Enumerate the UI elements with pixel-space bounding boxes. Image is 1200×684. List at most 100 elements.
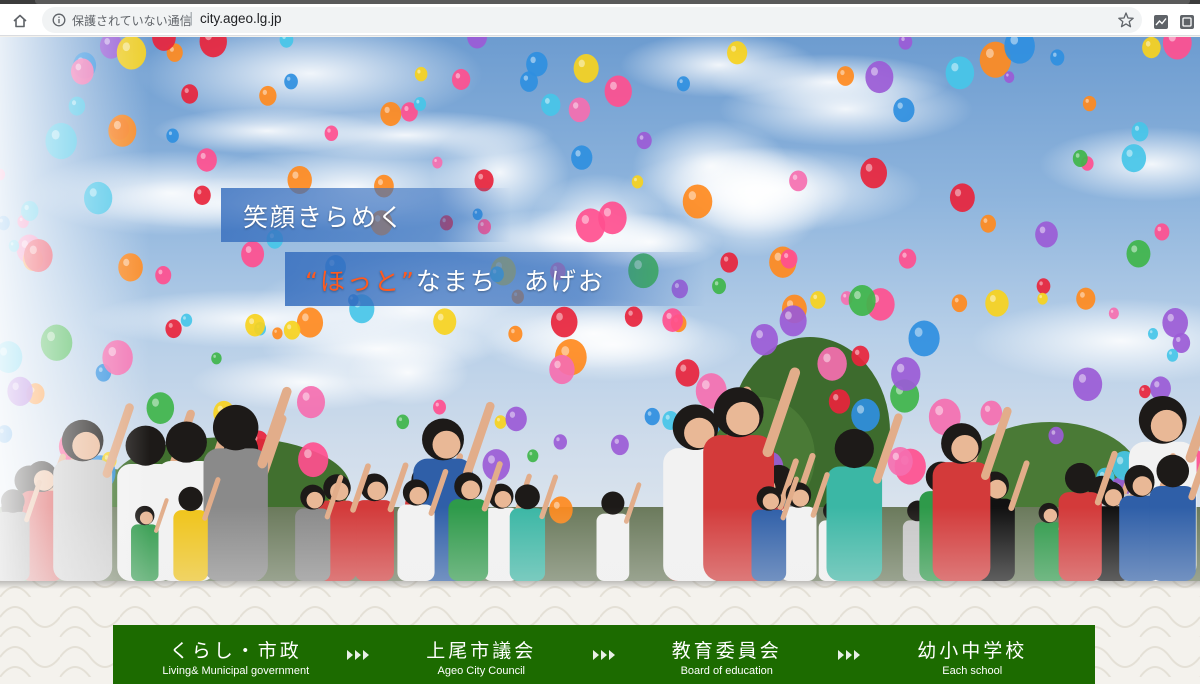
- balloon: [898, 248, 917, 269]
- balloon: [780, 249, 798, 269]
- nav-item-schools[interactable]: 幼小中学校 Each school: [850, 625, 1096, 684]
- balloon: [810, 291, 826, 309]
- balloon: [865, 60, 894, 94]
- extension-chart-icon[interactable]: [1153, 14, 1169, 30]
- home-button[interactable]: [9, 10, 31, 32]
- balloon: [789, 170, 808, 192]
- balloon: [181, 84, 199, 104]
- balloon: [1036, 278, 1051, 295]
- balloon: [676, 76, 690, 92]
- balloon: [644, 407, 660, 426]
- url-text[interactable]: city.ageo.lg.jp: [200, 11, 282, 26]
- balloon: [451, 68, 471, 90]
- balloon: [571, 145, 593, 170]
- balloon: [505, 406, 527, 432]
- nav-sublabel: Living& Municipal government: [162, 665, 310, 677]
- nav-label: くらし・市政: [169, 640, 302, 662]
- balloon: [1072, 149, 1088, 168]
- address-bar[interactable]: 保護されていない通信 | city.ageo.lg.jp: [42, 7, 1142, 33]
- balloon: [1108, 307, 1119, 320]
- balloon: [980, 400, 1003, 426]
- slogan-line-1: 笑顔きらめく: [221, 188, 511, 242]
- balloon: [573, 53, 599, 83]
- balloon: [467, 37, 488, 49]
- balloon: [324, 125, 339, 142]
- balloon: [908, 320, 940, 357]
- balloon: [413, 97, 427, 112]
- balloon: [1166, 348, 1179, 362]
- balloon: [166, 128, 179, 143]
- balloon: [283, 320, 301, 340]
- balloon: [817, 346, 847, 381]
- balloon: [298, 442, 329, 478]
- balloon: [1162, 37, 1192, 60]
- balloon: [165, 319, 182, 339]
- balloon: [631, 175, 644, 189]
- nav-label: 教育委員会: [671, 640, 782, 662]
- balloon: [682, 184, 713, 219]
- balloon: [541, 93, 561, 116]
- balloon: [396, 414, 410, 430]
- balloon: [193, 185, 211, 206]
- balloon: [1126, 239, 1151, 268]
- balloon: [196, 148, 217, 172]
- balloon: [1121, 144, 1147, 173]
- balloon: [860, 157, 888, 189]
- balloon: [891, 357, 921, 391]
- balloon: [675, 359, 700, 387]
- balloon: [727, 41, 748, 65]
- balloon: [432, 156, 443, 169]
- balloon: [1142, 37, 1161, 59]
- balloon: [414, 66, 428, 82]
- nav-sublabel: Board of education: [680, 665, 773, 677]
- balloon: [662, 308, 684, 332]
- balloon: [610, 434, 629, 456]
- nav-sublabel: Each school: [942, 665, 1003, 677]
- nav-item-city-council[interactable]: 上尾市議会 Ageo City Council: [359, 625, 615, 684]
- balloon: [1131, 122, 1149, 142]
- balloon: [1072, 367, 1103, 402]
- nav-sublabel: Ageo City Council: [437, 665, 525, 677]
- balloon: [945, 56, 975, 90]
- balloon: [951, 294, 968, 313]
- hero-photo: [0, 37, 1200, 581]
- extension-icon[interactable]: [1179, 14, 1195, 30]
- balloon: [550, 306, 578, 338]
- info-icon[interactable]: [52, 13, 66, 27]
- nav-item-board-of-education[interactable]: 教育委員会 Board of education: [604, 625, 860, 684]
- balloon: [1035, 221, 1058, 248]
- security-status: 保護されていない通信: [72, 14, 192, 28]
- balloon: [949, 183, 975, 212]
- balloon: [598, 201, 627, 235]
- bookmark-star-icon[interactable]: [1117, 11, 1135, 29]
- balloon: [549, 354, 575, 385]
- balloon: [1147, 327, 1159, 340]
- balloon: [1076, 287, 1096, 310]
- balloon: [211, 352, 222, 365]
- balloon: [1004, 71, 1015, 84]
- url-separator: |: [189, 11, 194, 26]
- balloon: [898, 37, 913, 50]
- balloon: [750, 323, 779, 356]
- balloon: [720, 252, 739, 273]
- balloon: [433, 399, 446, 415]
- balloon: [520, 71, 538, 92]
- balloon: [245, 313, 265, 337]
- balloon: [508, 325, 523, 343]
- balloon: [1139, 384, 1151, 399]
- balloon: [272, 327, 283, 340]
- balloon: [887, 446, 913, 476]
- balloon: [779, 305, 807, 337]
- balloon: [1082, 95, 1097, 112]
- slogan-line-2-text: なまち あげお: [415, 267, 605, 296]
- balloon: [380, 102, 402, 127]
- balloon: [241, 240, 265, 268]
- nav-item-living[interactable]: くらし・市政 Living& Municipal government: [113, 625, 369, 684]
- balloon: [712, 278, 727, 295]
- balloon: [494, 415, 507, 429]
- balloon: [893, 97, 915, 123]
- balloon: [1154, 223, 1170, 241]
- nav-label: 幼小中学校: [917, 640, 1028, 662]
- hero-banner: 笑顔きらめく “ほっと”なまち あげお: [0, 37, 1200, 581]
- balloon: [297, 386, 326, 419]
